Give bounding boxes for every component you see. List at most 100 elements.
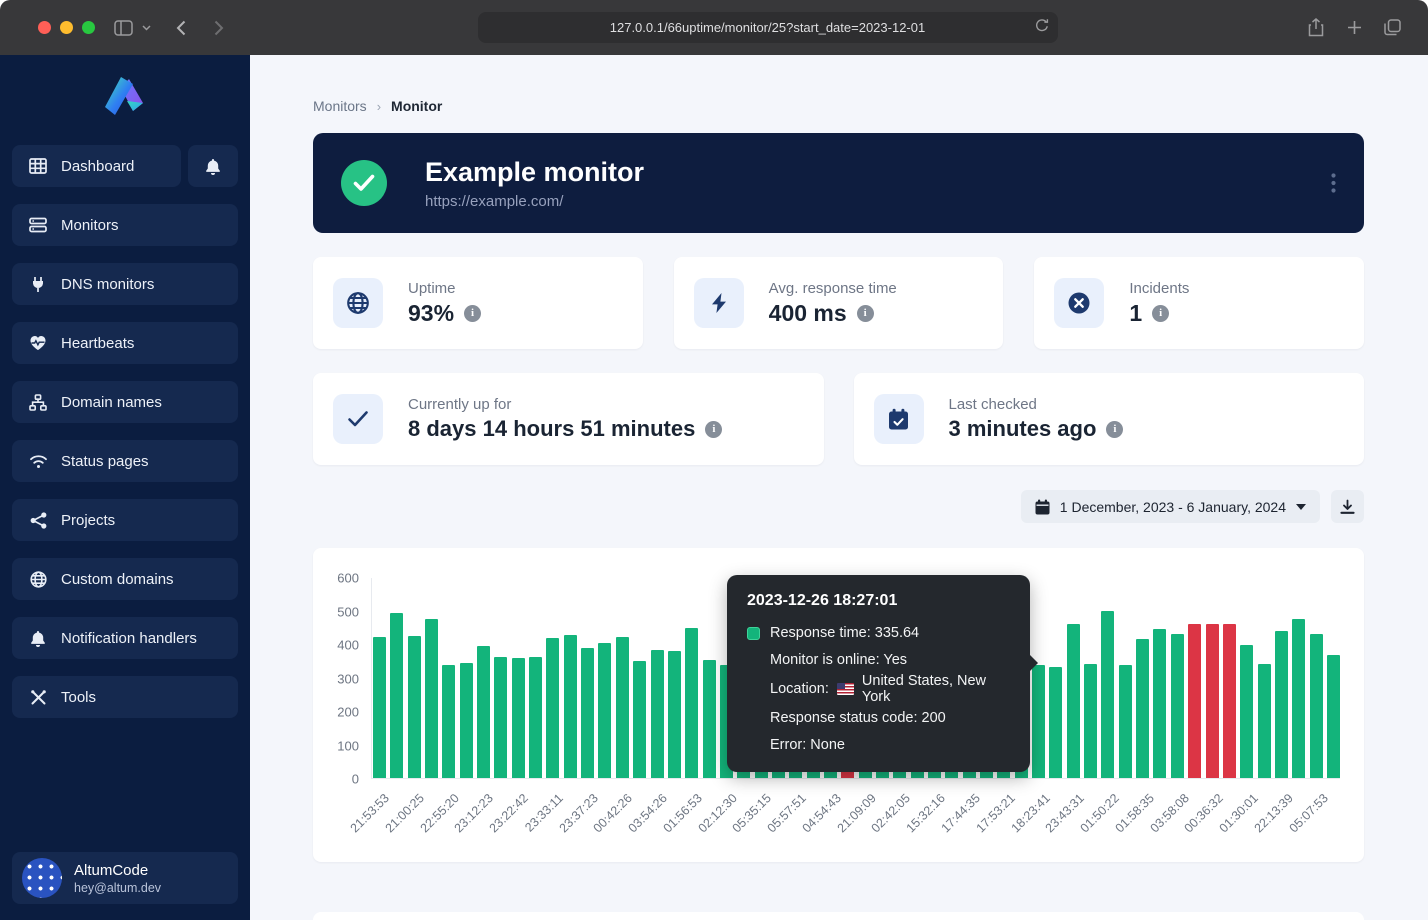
tooltip-row: Response status code: 200	[747, 705, 1010, 732]
chart-bar-up[interactable]	[616, 637, 629, 778]
chart-bar-down[interactable]	[1206, 624, 1219, 778]
chart-bar-down[interactable]	[1188, 624, 1201, 778]
zoom-window-button[interactable]	[82, 21, 95, 34]
sidebar-item-label: Notification handlers	[61, 630, 197, 647]
info-icon[interactable]: i	[705, 421, 722, 438]
info-icon[interactable]: i	[1152, 305, 1169, 322]
stat-icon-box	[333, 394, 383, 444]
circle-xmark-icon	[1067, 291, 1091, 315]
chart-bar-up[interactable]	[460, 663, 473, 778]
wrench-icon	[28, 689, 48, 706]
share-nodes-icon	[28, 512, 48, 529]
chart-bar-up[interactable]	[529, 657, 542, 778]
avg-response-time-card: Avg. response time 400 ms i	[674, 257, 1004, 349]
sidebar-toggle-icon[interactable]	[109, 14, 137, 42]
sidebar-item-projects[interactable]: Projects	[12, 499, 238, 541]
chart-bar-up[interactable]	[1084, 664, 1097, 778]
info-icon[interactable]: i	[857, 305, 874, 322]
tooltip-row-text: Response time: 335.64	[770, 625, 919, 641]
chart-bar-up[interactable]	[1310, 634, 1323, 778]
chart-bar-up[interactable]	[1119, 665, 1132, 778]
chart-bar-up[interactable]	[408, 636, 421, 778]
chart-bar-up[interactable]	[633, 661, 646, 778]
stat-label: Avg. response time	[769, 280, 897, 297]
chart-bar-up[interactable]	[1275, 631, 1288, 778]
download-icon	[1340, 499, 1355, 515]
share-icon[interactable]	[1302, 14, 1330, 42]
download-button[interactable]	[1331, 490, 1364, 523]
date-range-picker[interactable]: 1 December, 2023 - 6 January, 2024	[1021, 490, 1320, 523]
tab-overview-icon[interactable]	[1378, 14, 1406, 42]
chart-bar-up[interactable]	[581, 648, 594, 778]
series-marker-icon	[747, 627, 760, 640]
stat-icon-box	[1054, 278, 1104, 328]
chart-bar-up[interactable]	[1292, 619, 1305, 778]
currently-up-for-card: Currently up for8 days 14 hours 51 minut…	[313, 373, 824, 465]
chart-bar-up[interactable]	[1101, 611, 1114, 779]
chart-bar-up[interactable]	[651, 650, 664, 778]
chart-bar-up[interactable]	[564, 635, 577, 778]
chart-bar-up[interactable]	[546, 638, 559, 778]
y-axis-tick: 200	[313, 705, 359, 720]
reload-icon[interactable]	[1035, 18, 1049, 36]
sidebar-item-custom-domains[interactable]: Custom domains	[12, 558, 238, 600]
stat-label: Last checked	[949, 396, 1124, 413]
chart-bar-up[interactable]	[1067, 624, 1080, 778]
chart-bar-up[interactable]	[390, 613, 403, 778]
stat-value: 93%	[408, 300, 454, 327]
next-section-card	[313, 912, 1364, 920]
chart-bar-up[interactable]	[373, 637, 386, 778]
calendar-check-icon	[888, 408, 909, 431]
chevron-down-icon[interactable]	[137, 14, 155, 42]
monitor-url: https://example.com/	[425, 193, 644, 210]
tooltip-row-text: Response status code: 200	[770, 710, 946, 726]
chart-bar-up[interactable]	[668, 651, 681, 778]
chart-bar-up[interactable]	[1327, 655, 1340, 778]
stat-value: 400 ms	[769, 300, 847, 327]
chart-bar-up[interactable]	[425, 619, 438, 778]
sidebar-item-status-pages[interactable]: Status pages	[12, 440, 238, 482]
close-window-button[interactable]	[38, 21, 51, 34]
sidebar-item-monitors[interactable]: Monitors	[12, 204, 238, 246]
notifications-bell-button[interactable]	[188, 145, 238, 187]
address-bar[interactable]: 127.0.0.1/66uptime/monitor/25?start_date…	[478, 12, 1058, 43]
chart-bar-down[interactable]	[1223, 624, 1236, 778]
status-up-check-icon	[341, 160, 387, 206]
chart-bar-up[interactable]	[598, 643, 611, 778]
chart-bar-up[interactable]	[703, 660, 716, 778]
back-button[interactable]	[167, 14, 195, 42]
sidebar-item-domain-names[interactable]: Domain names	[12, 381, 238, 423]
chart-bar-up[interactable]	[512, 658, 525, 778]
info-icon[interactable]: i	[464, 305, 481, 322]
chart-bar-up[interactable]	[1153, 629, 1166, 778]
sidebar-item-dashboard[interactable]: Dashboard	[12, 145, 181, 187]
us-flag-icon	[837, 683, 854, 695]
tooltip-row-prefix: Location:	[770, 681, 829, 697]
sidebar-item-dns-monitors[interactable]: DNS monitors	[12, 263, 238, 305]
chart-bar-up[interactable]	[685, 628, 698, 778]
chart-bar-up[interactable]	[494, 657, 507, 778]
chart-bar-up[interactable]	[477, 646, 490, 778]
chart-bar-up[interactable]	[1240, 645, 1253, 778]
info-icon[interactable]: i	[1106, 421, 1123, 438]
chart-bar-up[interactable]	[1032, 665, 1045, 778]
sidebar-item-label: Heartbeats	[61, 335, 134, 352]
forward-button[interactable]	[205, 14, 233, 42]
sidebar-item-heartbeats[interactable]: Heartbeats	[12, 322, 238, 364]
chart-bar-up[interactable]	[442, 665, 455, 778]
new-tab-icon[interactable]	[1340, 14, 1368, 42]
chart-bar-up[interactable]	[1258, 664, 1271, 778]
sidebar-item-label: Dashboard	[61, 158, 134, 175]
chart-bar-up[interactable]	[1136, 639, 1149, 778]
monitor-menu-kebab-icon[interactable]	[1331, 173, 1336, 193]
tooltip-row-text: Monitor is online: Yes	[770, 652, 907, 668]
grid-icon	[28, 158, 48, 174]
sidebar-item-tools[interactable]: Tools	[12, 676, 238, 718]
user-card[interactable]: AltumCode hey@altum.dev	[12, 852, 238, 904]
chart-bar-up[interactable]	[1049, 667, 1062, 778]
minimize-window-button[interactable]	[60, 21, 73, 34]
chart-bar-up[interactable]	[1171, 634, 1184, 778]
sidebar-item-notification-handlers[interactable]: Notification handlers	[12, 617, 238, 659]
main-content: Monitors › Monitor Example monitor https…	[250, 55, 1428, 920]
breadcrumb-monitors-link[interactable]: Monitors	[313, 98, 367, 114]
